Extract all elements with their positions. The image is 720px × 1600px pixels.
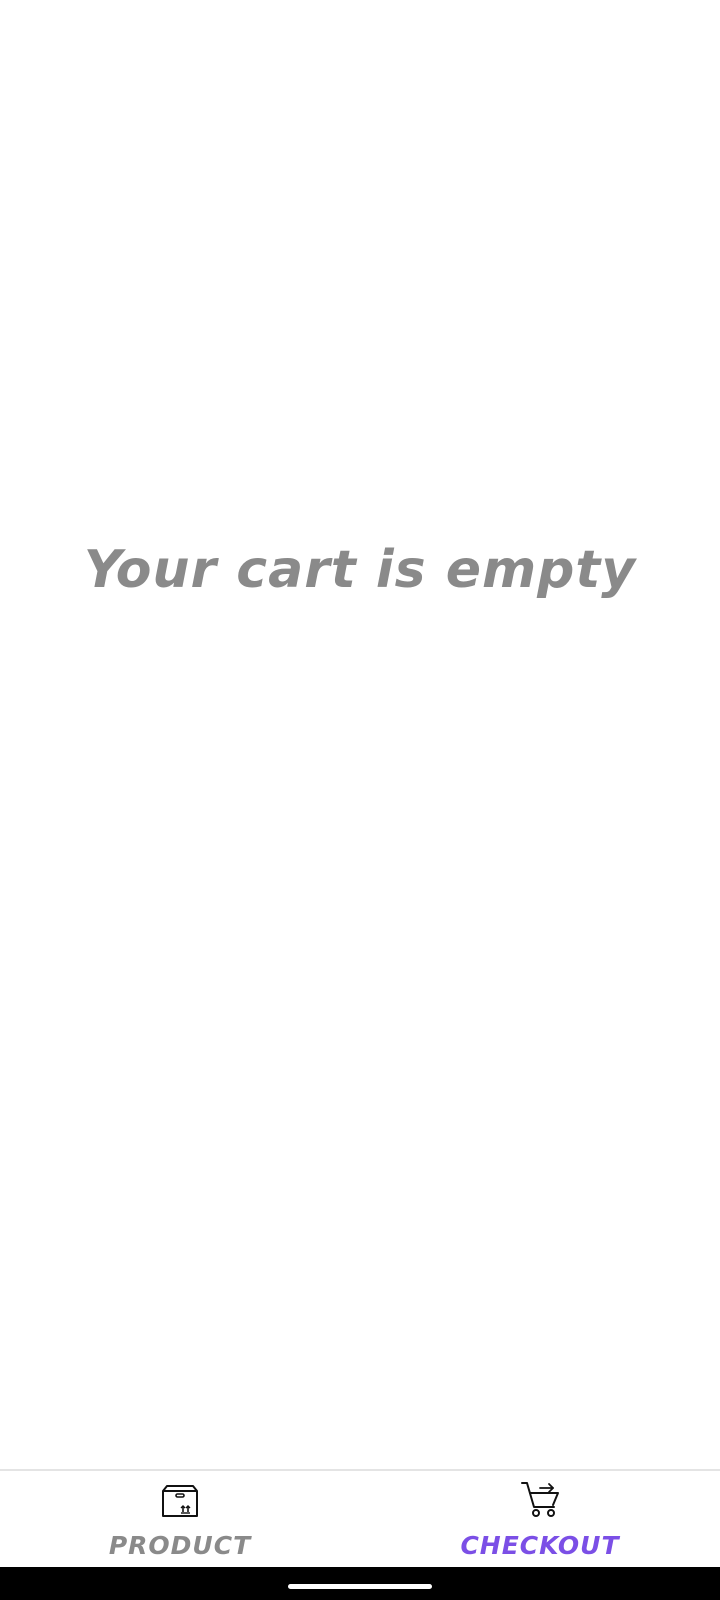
tab-product[interactable]: PRODUCT bbox=[0, 1471, 360, 1567]
box-icon bbox=[162, 1485, 198, 1517]
tab-product-label: PRODUCT bbox=[108, 1531, 252, 1560]
tab-checkout-label: CHECKOUT bbox=[460, 1531, 620, 1560]
bottom-navigation: PRODUCT CHECKOUT bbox=[0, 1469, 720, 1567]
home-indicator[interactable] bbox=[288, 1584, 432, 1589]
system-navigation-bar bbox=[0, 1567, 720, 1600]
empty-cart-message: Your cart is empty bbox=[83, 540, 637, 600]
cart-content: Your cart is empty bbox=[0, 0, 720, 1469]
checkout-screen: Your cart is empty PRODUCT CHECKOUT bbox=[0, 0, 720, 1600]
tab-checkout[interactable]: CHECKOUT bbox=[360, 1471, 720, 1567]
cart-icon bbox=[521, 1482, 559, 1517]
